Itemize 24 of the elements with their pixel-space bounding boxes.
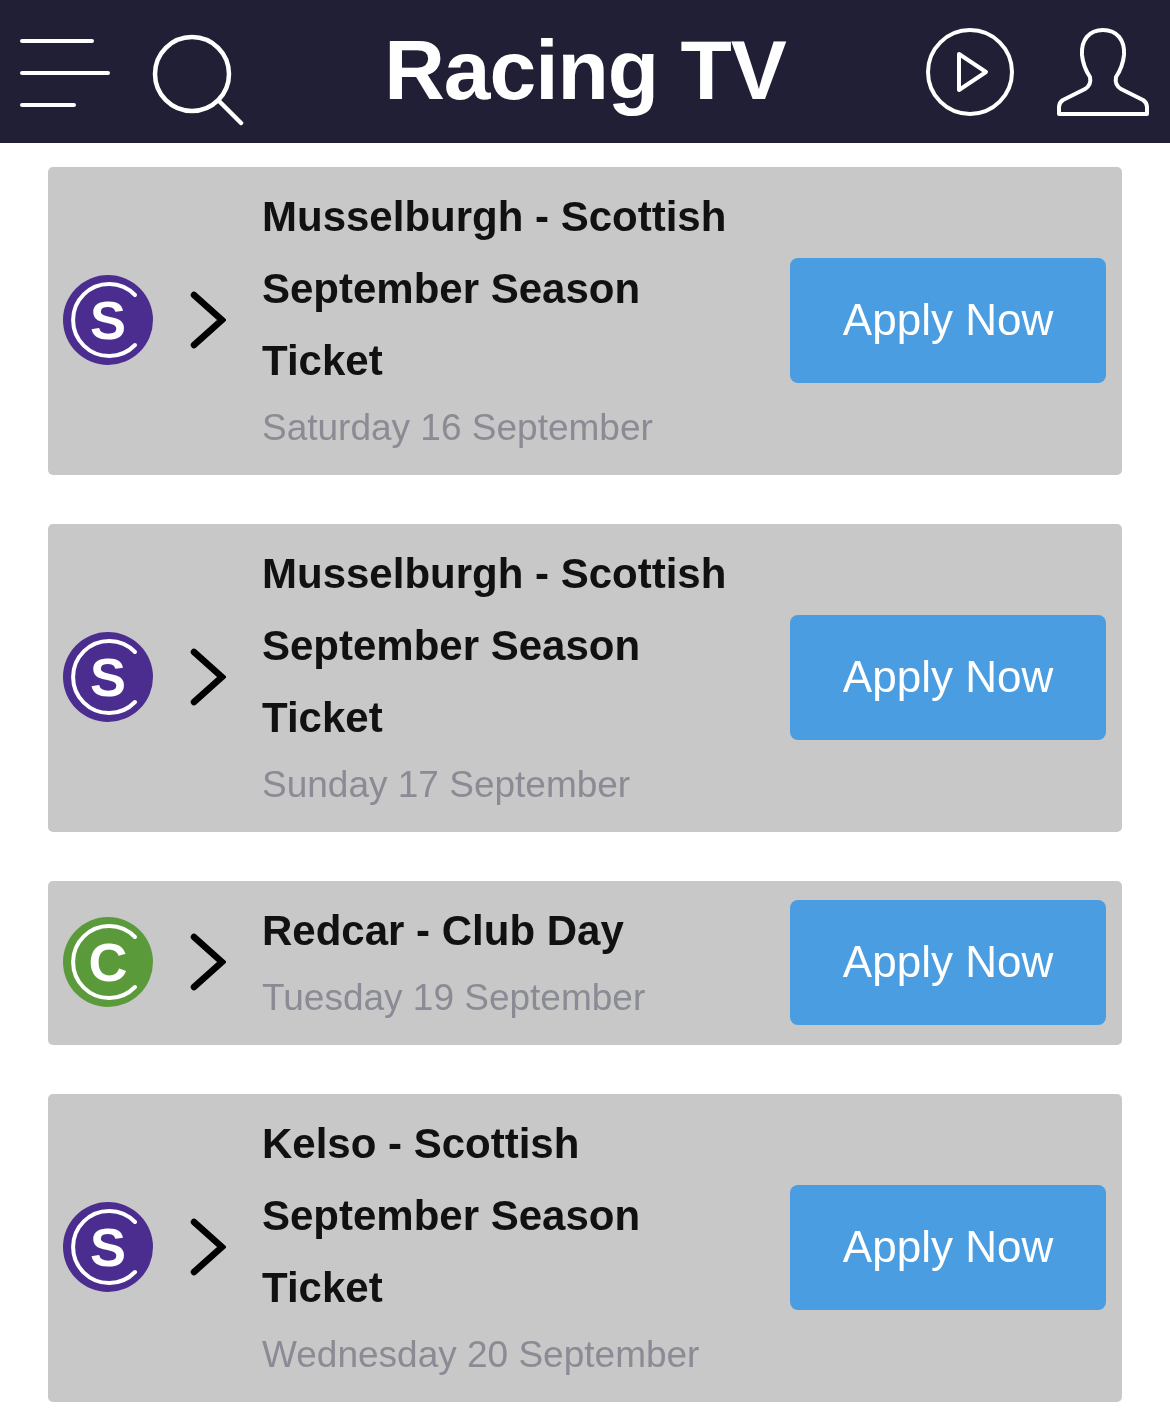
user-icon[interactable] — [1057, 26, 1149, 117]
category-badge: S — [63, 632, 153, 722]
apply-button[interactable]: Apply Now — [790, 257, 1106, 383]
apply-button[interactable]: Apply Now — [790, 614, 1106, 740]
search-icon[interactable] — [152, 33, 244, 126]
chevron-right-icon[interactable] — [190, 933, 226, 991]
apply-button[interactable]: Apply Now — [790, 1184, 1106, 1310]
event-date: Sunday 17 September — [262, 763, 632, 807]
chevron-right-icon[interactable] — [190, 1218, 226, 1276]
event-title: Redcar - Club Day — [262, 906, 625, 956]
menu-icon[interactable] — [20, 38, 110, 107]
event-title: Musselburgh - Scottish September Season Ticket — [262, 192, 728, 386]
event-date: Tuesday 19 September — [262, 976, 647, 1020]
event-title: Kelso - Scottish September Season Ticket — [262, 1119, 642, 1313]
event-title: Musselburgh - Scottish September Season Ticket — [262, 549, 728, 743]
category-badge: C — [63, 917, 153, 1007]
apply-button[interactable]: Apply Now — [790, 899, 1106, 1025]
category-badge: S — [63, 275, 153, 365]
event-date: Wednesday 20 September — [262, 1333, 701, 1377]
event-date: Saturday 16 September — [262, 406, 654, 450]
play-icon[interactable] — [925, 26, 1015, 117]
chevron-right-icon[interactable] — [190, 291, 226, 349]
category-badge: S — [63, 1202, 153, 1292]
chevron-right-icon[interactable] — [190, 648, 226, 706]
